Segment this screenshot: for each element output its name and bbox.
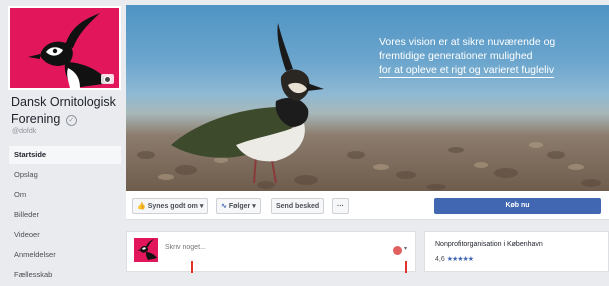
sidebar-item-opslag[interactable]: Opslag [9,166,121,184]
red-marker-line [405,261,407,273]
rating-value: 4,6 [435,256,445,263]
rating-stars: ★★★★★ [446,256,474,263]
cover-scene [137,23,601,190]
page-rating[interactable]: 4,6 ★★★★★ [435,255,474,263]
post-composer: ▾ [126,231,416,273]
sidebar-item-anmeldelser[interactable]: Anmeldelser [9,246,121,264]
page-action-bar: 👍 Synes godt om ▾ ∿ Følger ▾ Send besked ·… [126,191,609,220]
avatar [134,238,158,262]
rss-icon: ∿ [221,203,227,210]
profile-picture[interactable] [8,6,121,90]
post-input[interactable] [165,244,365,251]
cover-photo[interactable]: Vores vision er at sikre nuværende og fr… [126,5,609,191]
sidebar-item-om[interactable]: Om [9,186,121,204]
cover-text-line: Vores vision er at sikre nuværende og [379,36,556,48]
sidebar-item-videoer[interactable]: Videoer [9,226,121,244]
emoji-icon[interactable] [393,246,402,255]
send-message-button[interactable]: Send besked [271,198,325,214]
about-card: Nonprofitorganisation i København 4,6 ★★… [424,231,609,272]
caret-down-icon: ▾ [252,203,256,210]
cover-text-line: fremtidige generationer mulighed [379,50,533,62]
follow-button-label: Følger [228,203,251,210]
caret-down-icon: ▾ [199,203,204,210]
page-title: Dansk Ornitologisk Forening ✓ [11,94,123,128]
sidebar-item-startside[interactable]: Startside [9,146,121,164]
like-button[interactable]: 👍 Synes godt om ▾ [132,198,209,214]
sidebar-item-faellesskab[interactable]: Fællesskab [9,266,121,284]
sidebar-item-billeder[interactable]: Billeder [9,206,121,224]
more-options-label: ··· [337,203,344,210]
page-navigation: Startside Opslag Om Billeder Videoer Anm… [9,146,121,286]
caret-down-icon[interactable]: ▾ [404,245,407,252]
buy-now-button[interactable]: Køb nu [434,198,601,214]
page-category[interactable]: Nonprofitorganisation i København [435,241,543,248]
red-marker-line [191,261,193,273]
more-options-button[interactable]: ··· [332,198,349,214]
send-message-label: Send besked [276,203,320,210]
cover-vision-text: Vores vision er at sikre nuværende og fr… [379,35,609,78]
lapwing-logo-small [137,239,157,260]
verified-icon: ✓ [65,115,77,126]
page-name-text: Dansk Ornitologisk Forening [11,95,116,126]
like-button-label: Synes godt om [147,203,198,210]
camera-icon[interactable] [101,74,114,84]
left-sidebar: Dansk Ornitologisk Forening ✓ @dofdk Sta… [0,0,126,279]
lapwing-bird [171,23,324,184]
follow-button[interactable]: ∿ Følger ▾ [216,198,261,214]
cover-text-line: for at opleve et rigt og varieret fuglel… [379,64,555,78]
page-handle: @dofdk [12,128,37,135]
like-icon: 👍 [137,203,146,210]
